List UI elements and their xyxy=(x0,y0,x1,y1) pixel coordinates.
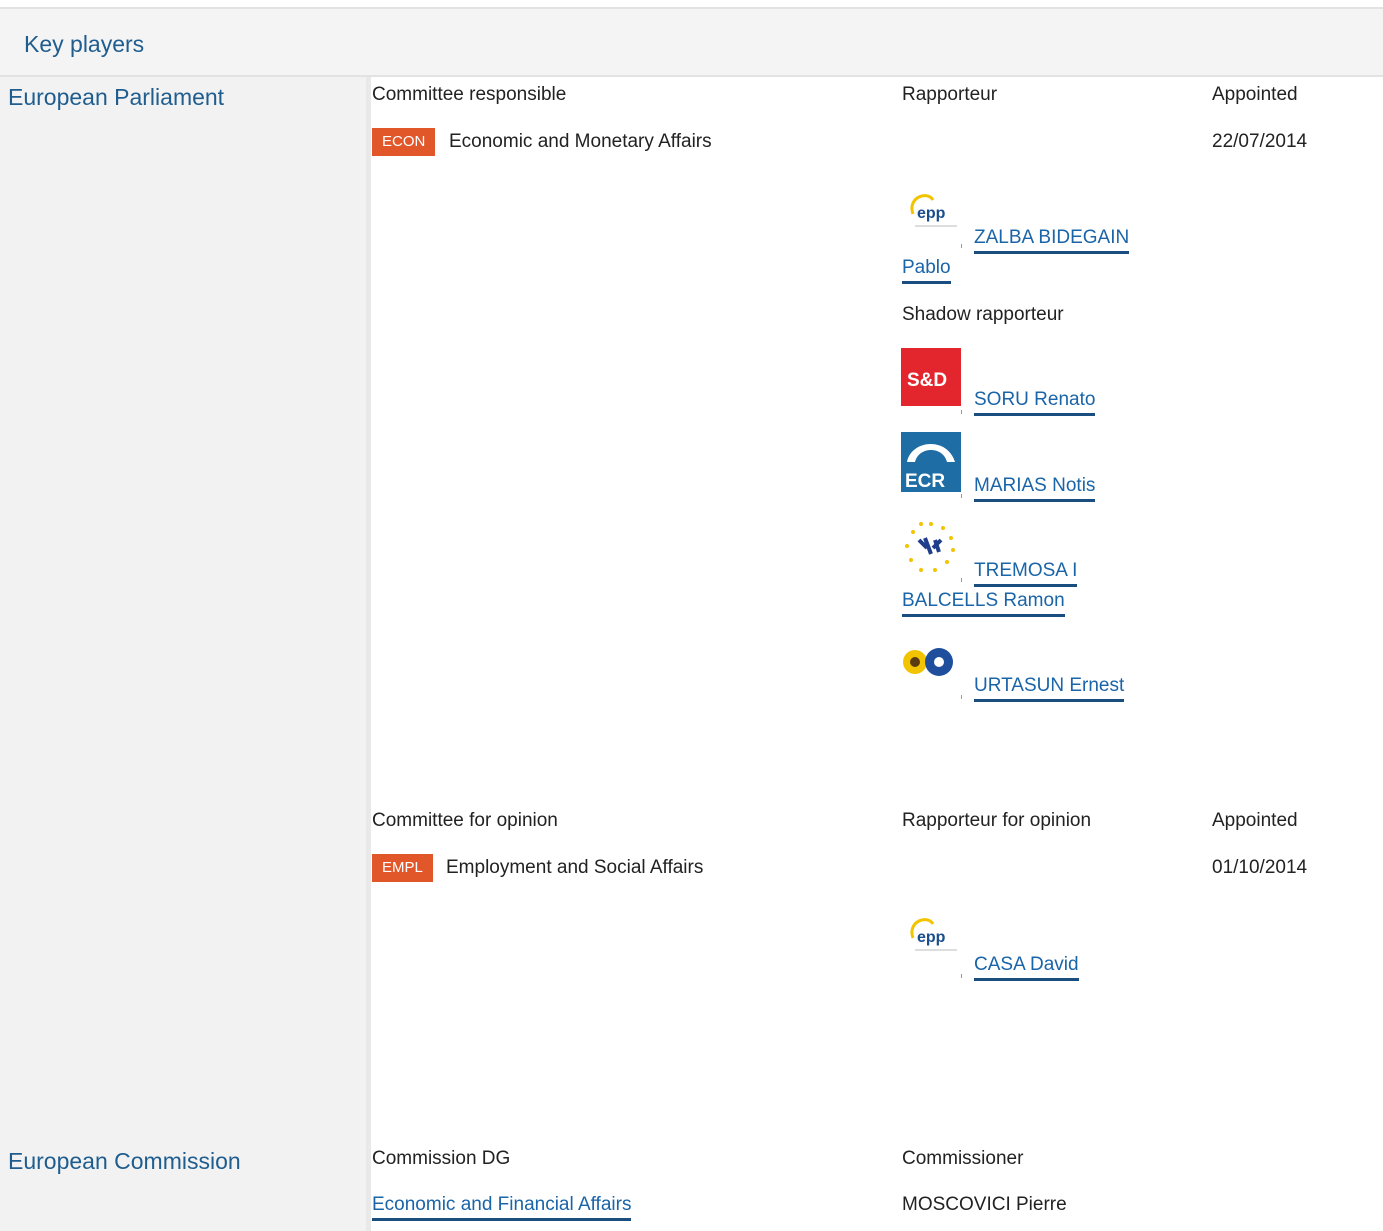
logo-separator xyxy=(961,578,962,582)
shadow-link-marias[interactable]: MARIAS Notis xyxy=(974,475,1096,502)
greens-group-icon xyxy=(903,648,953,676)
commissioner-name: MOSCOVICI Pierre xyxy=(902,1194,1067,1215)
column-divider xyxy=(366,77,371,1231)
opinion-committee-name: Employment and Social Affairs xyxy=(446,857,704,878)
committee-responsible-heading: Committee responsible xyxy=(372,84,567,105)
institution-commission: European Commission xyxy=(8,1148,241,1174)
rapporteur-link-zalba-line2[interactable]: Pablo xyxy=(902,257,951,284)
epp-group-icon: epp xyxy=(910,918,957,951)
appointed-date: 22/07/2014 xyxy=(1212,131,1308,152)
commission-dg-heading: Commission DG xyxy=(372,1148,511,1169)
shadow-link-urtasun[interactable]: URTASUN Ernest xyxy=(974,675,1125,702)
svg-text:epp: epp xyxy=(917,205,946,222)
logo-separator xyxy=(961,244,962,248)
opinion-rapporteur-link-casa[interactable]: CASA David xyxy=(974,954,1079,981)
logo-separator xyxy=(961,974,962,978)
sd-group-icon: S&D xyxy=(901,348,961,406)
ecr-group-icon: ECR xyxy=(901,432,961,492)
opinion-committee-code-badge: EMPL xyxy=(372,854,433,882)
opinion-appointed-date: 01/10/2014 xyxy=(1212,857,1308,878)
logo-separator xyxy=(961,494,962,498)
rapporteur-opinion-heading: Rapporteur for opinion xyxy=(902,810,1092,831)
institution-parliament: European Parliament xyxy=(8,84,225,110)
shadow-link-tremosa-line2[interactable]: BALCELLS Ramon xyxy=(902,590,1065,617)
committee-code-badge: ECON xyxy=(372,128,436,156)
institution-column xyxy=(0,77,368,1231)
section-title: Key players xyxy=(24,31,145,57)
key-players-header: Key players xyxy=(0,7,1383,77)
logo-separator xyxy=(961,695,962,699)
svg-text:S&D: S&D xyxy=(907,370,947,391)
committee-name: Economic and Monetary Affairs xyxy=(449,131,712,152)
shadow-link-soru[interactable]: SORU Renato xyxy=(974,389,1096,416)
commissioner-heading: Commissioner xyxy=(902,1148,1024,1169)
svg-text:ECR: ECR xyxy=(905,471,945,492)
appointed-heading: Appointed xyxy=(1212,84,1298,105)
logo-separator xyxy=(961,410,962,414)
rapporteur-link-zalba[interactable]: ZALBA BIDEGAIN xyxy=(974,227,1130,254)
alde-group-icon xyxy=(905,522,955,572)
rapporteur-heading: Rapporteur xyxy=(902,84,998,105)
appointed-opinion-heading: Appointed xyxy=(1212,810,1298,831)
commission-dg-link[interactable]: Economic and Financial Affairs xyxy=(372,1194,632,1221)
shadow-rapporteur-heading: Shadow rapporteur xyxy=(902,304,1064,325)
svg-text:epp: epp xyxy=(917,929,946,946)
epp-group-icon: epp xyxy=(910,194,957,227)
shadow-link-tremosa[interactable]: TREMOSA I xyxy=(974,560,1078,587)
committee-opinion-heading: Committee for opinion xyxy=(372,810,558,831)
